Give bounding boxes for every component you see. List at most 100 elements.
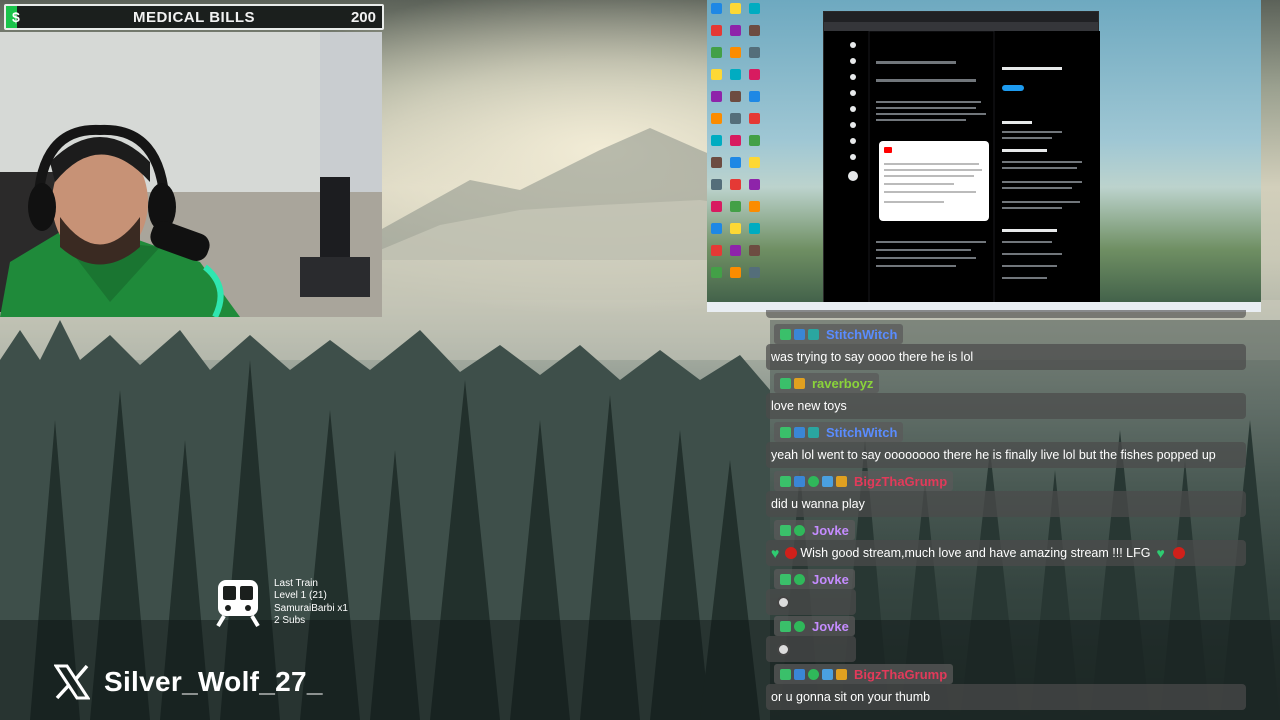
chat-user-header: StitchWitch	[774, 324, 904, 344]
desktop-app-icon[interactable]	[711, 25, 722, 36]
desktop-app-icon[interactable]	[749, 179, 760, 190]
chat-text: was trying to say oooo there he is lol	[766, 344, 1246, 370]
chat-text: did u wanna play	[766, 491, 1246, 517]
emote-icon	[777, 595, 790, 609]
desktop-app-icon[interactable]	[711, 113, 722, 124]
badge-icon	[794, 328, 805, 340]
desktop-app-icon[interactable]	[711, 3, 722, 14]
train-title: Last Train	[274, 578, 318, 589]
badge-icon	[780, 426, 791, 438]
chat-username: BigzThaGrump	[854, 473, 948, 489]
desktop-app-icon[interactable]	[730, 113, 741, 124]
screen-capture	[707, 0, 1261, 312]
desktop-app-icon[interactable]	[711, 201, 722, 212]
red-circle-icon	[1172, 547, 1185, 559]
desktop-app-icon[interactable]	[749, 157, 760, 168]
desktop-app-icon[interactable]	[730, 91, 741, 102]
badge-icon	[808, 426, 819, 438]
chat-username: Jovke	[812, 618, 849, 634]
chat-top-edge	[766, 310, 1246, 318]
chat-username: Jovke	[812, 571, 849, 587]
browser-tab-strip	[824, 12, 1098, 22]
handle-name: Silver_Wolf_27_	[104, 666, 323, 697]
desktop-app-icon[interactable]	[730, 267, 741, 278]
desktop-app-icon[interactable]	[749, 3, 760, 14]
desktop-app-icon[interactable]	[730, 69, 741, 80]
chat-user-header: Jovke	[774, 616, 855, 636]
badge-icon	[836, 475, 847, 487]
desktop-app-icon[interactable]	[749, 267, 760, 278]
chat-username: BigzThaGrump	[854, 666, 948, 682]
chat-text-row: ♥ Wish good stream,much love and have am…	[766, 540, 1246, 566]
desktop-app-icon[interactable]	[711, 223, 722, 234]
badge-icon	[780, 573, 791, 585]
desktop-app-icon[interactable]	[711, 91, 722, 102]
desktop-app-icon[interactable]	[711, 245, 722, 256]
badge-icon	[836, 668, 847, 680]
emote-icon	[777, 642, 790, 656]
desktop-app-icon[interactable]	[730, 25, 741, 36]
desktop-app-icon[interactable]	[711, 179, 722, 190]
chat-username: StitchWitch	[826, 326, 898, 342]
desktop-app-icon[interactable]	[730, 201, 741, 212]
badge-icon	[794, 668, 805, 680]
desktop-app-icon[interactable]	[730, 179, 741, 190]
chat-text: or u gonna sit on your thumb	[766, 684, 1246, 710]
goal-title: MEDICAL BILLS	[132, 8, 256, 26]
chat-username: Jovke	[812, 522, 849, 538]
badge-icon	[794, 524, 805, 536]
desktop-app-icon[interactable]	[749, 47, 760, 58]
desktop-app-icon[interactable]	[711, 47, 722, 58]
desktop-app-icon[interactable]	[711, 135, 722, 146]
badge-icon	[822, 668, 833, 680]
desktop-app-icon[interactable]	[730, 157, 741, 168]
last-train-widget: Last Train Level 1 (21) SamuraiBarbi x1 …	[214, 578, 348, 628]
badge-icon	[794, 426, 805, 438]
desktop-app-icon[interactable]	[711, 157, 722, 168]
desktop-app-icon[interactable]	[749, 25, 760, 36]
desktop-app-icon[interactable]	[749, 91, 760, 102]
desktop-app-icon[interactable]	[749, 69, 760, 80]
desktop-app-icon[interactable]	[730, 223, 741, 234]
desktop-app-icon[interactable]	[730, 47, 741, 58]
goal-amount: 200	[350, 8, 376, 26]
badge-icon	[780, 475, 791, 487]
green-heart-icon: ♥	[771, 545, 780, 561]
desktop-app-icon[interactable]	[749, 223, 760, 234]
chat-text: yeah lol went to say oooooooo there he i…	[766, 442, 1246, 468]
desktop-app-icon[interactable]	[730, 3, 741, 14]
badge-icon	[808, 475, 819, 487]
green-heart-icon: ♥	[1156, 545, 1165, 561]
chat-user-header: StitchWitch	[774, 422, 904, 442]
badge-icon	[794, 573, 805, 585]
chat-user-header: Jovke	[774, 520, 855, 540]
desktop-app-icon[interactable]	[749, 113, 760, 124]
red-circle-icon	[785, 547, 798, 559]
train-subs: 2 Subs	[274, 615, 306, 627]
desktop-app-icon[interactable]	[749, 245, 760, 256]
chat-text: Wish good stream,much love and have amaz…	[800, 546, 1151, 560]
chat-text-row	[766, 589, 856, 615]
chat-text-row	[766, 636, 856, 662]
train-level: Level 1 (21)	[274, 590, 327, 602]
chat-user-header: BigzThaGrump	[774, 471, 954, 491]
desktop-app-icon[interactable]	[711, 69, 722, 80]
badge-icon	[808, 328, 819, 340]
desktop-app-icon[interactable]	[749, 135, 760, 146]
chat-username: raverboyz	[812, 375, 874, 391]
desktop-app-icon[interactable]	[730, 135, 741, 146]
chat-user-header: Jovke	[774, 569, 855, 589]
desktop-app-icon[interactable]	[730, 245, 741, 256]
badge-icon	[780, 620, 791, 632]
browser-address-bar	[824, 22, 1098, 31]
badge-icon	[780, 328, 791, 340]
x-logo-icon	[54, 664, 90, 700]
chat-user-header: BigzThaGrump	[774, 664, 954, 684]
desktop-app-icon[interactable]	[749, 201, 760, 212]
badge-icon	[808, 668, 819, 680]
chat-username: StitchWitch	[826, 424, 898, 440]
badge-icon	[822, 475, 833, 487]
dollar-icon: $	[12, 9, 20, 25]
badge-icon	[794, 620, 805, 632]
desktop-app-icon[interactable]	[711, 267, 722, 278]
